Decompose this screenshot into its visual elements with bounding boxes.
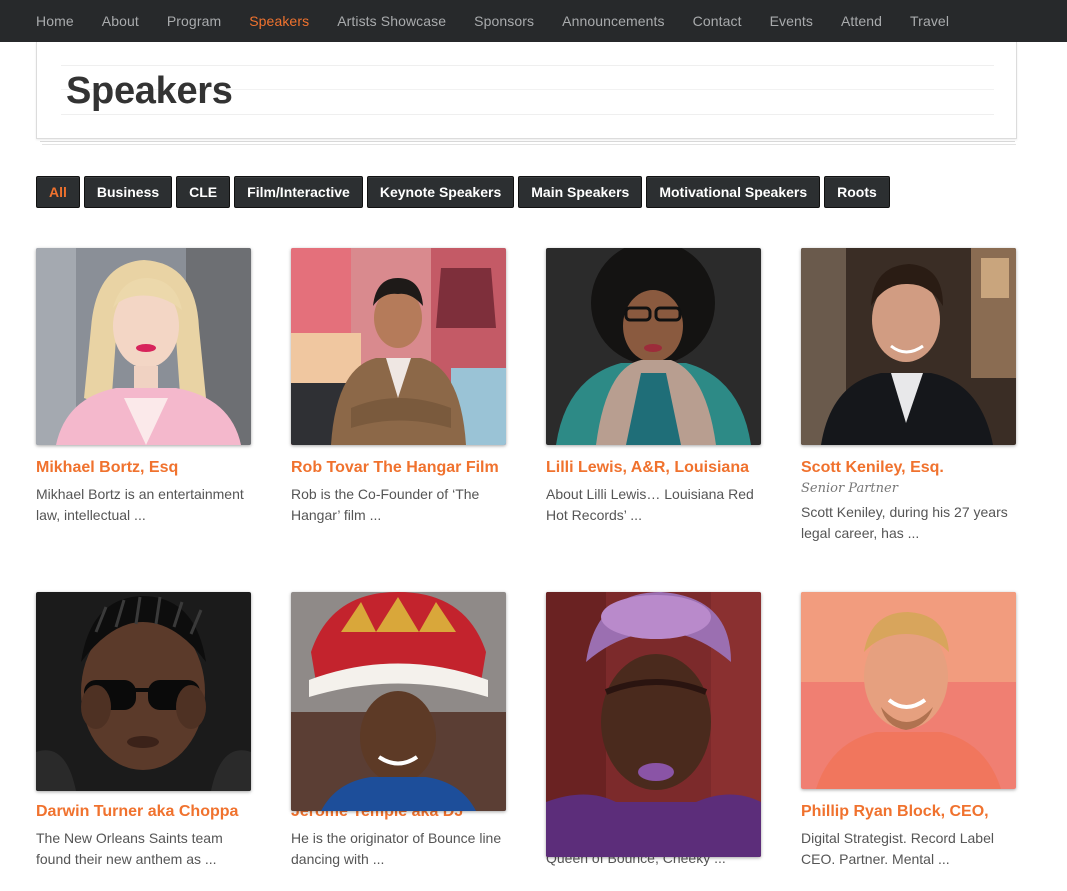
speaker-name[interactable]: Scott Keniley, Esq. xyxy=(801,459,944,477)
filter-cle-button[interactable]: CLE xyxy=(176,176,231,208)
filter-film-interactive-button[interactable]: Film/Interactive xyxy=(234,176,363,208)
filter-motivational-speakers-button[interactable]: Motivational Speakers xyxy=(646,176,821,208)
nav-item-travel[interactable]: Travel xyxy=(910,13,949,29)
speaker-description: Scott Keniley, during his 27 years legal… xyxy=(801,504,1008,541)
speaker-name[interactable]: Darwin Turner aka Choppa xyxy=(36,803,238,821)
speaker-photo[interactable] xyxy=(36,248,251,445)
speaker-description: About Lilli Lewis… Louisiana Red Hot Rec… xyxy=(546,486,754,523)
speaker-photo[interactable] xyxy=(546,248,761,445)
speaker-description: He is the originator of Bounce line danc… xyxy=(291,830,502,867)
page-title-panel: Speakers xyxy=(36,42,1017,145)
filter-main-speakers-button[interactable]: Main Speakers xyxy=(518,176,643,208)
nav-item-attend[interactable]: Attend xyxy=(841,13,882,29)
speaker-description: Rob is the Co-Founder of ‘The Hangar’ fi… xyxy=(291,486,480,523)
category-filter-bar: All Business CLE Film/Interactive Keynot… xyxy=(36,176,894,208)
nav-item-sponsors[interactable]: Sponsors xyxy=(474,13,534,29)
nav-item-contact[interactable]: Contact xyxy=(693,13,742,29)
speaker-description: Digital Strategist. Record Label CEO. Pa… xyxy=(801,830,994,867)
speaker-name[interactable]: Lilli Lewis, A&R, Louisiana xyxy=(546,459,749,477)
speaker-photo[interactable] xyxy=(801,592,1016,789)
speaker-name[interactable]: Rob Tovar The Hangar Film xyxy=(291,459,499,477)
speaker-role: Senior Partner xyxy=(801,481,898,496)
speaker-photo[interactable] xyxy=(546,592,761,857)
nav-item-announcements[interactable]: Announcements xyxy=(562,13,664,29)
page-title: Speakers xyxy=(66,70,233,112)
speaker-description: The New Orleans Saints team found their … xyxy=(36,830,223,867)
speaker-photo[interactable] xyxy=(801,248,1016,445)
filter-all-button[interactable]: All xyxy=(36,176,80,208)
speaker-photo[interactable] xyxy=(36,592,251,791)
speaker-name[interactable]: Mikhael Bortz, Esq xyxy=(36,459,178,477)
panel-shadow xyxy=(42,142,1016,145)
top-nav: Home About Program Speakers Artists Show… xyxy=(0,0,1067,42)
speaker-name[interactable]: Phillip Ryan Block, CEO, xyxy=(801,803,989,821)
filter-keynote-speakers-button[interactable]: Keynote Speakers xyxy=(366,176,515,208)
nav-item-program[interactable]: Program xyxy=(167,13,221,29)
nav-item-artists-showcase[interactable]: Artists Showcase xyxy=(337,13,446,29)
title-box: Speakers xyxy=(36,42,1017,139)
speaker-photo[interactable] xyxy=(291,248,506,445)
filter-roots-button[interactable]: Roots xyxy=(824,176,890,208)
filter-business-button[interactable]: Business xyxy=(83,176,173,208)
panel-shadow xyxy=(40,139,1015,142)
nav-item-about[interactable]: About xyxy=(102,13,139,29)
speaker-description: Mikhael Bortz is an entertainment law, i… xyxy=(36,486,244,523)
nav-item-events[interactable]: Events xyxy=(770,13,813,29)
speaker-photo[interactable] xyxy=(291,592,506,811)
nav-item-speakers[interactable]: Speakers xyxy=(249,13,309,29)
nav-item-home[interactable]: Home xyxy=(36,13,74,29)
